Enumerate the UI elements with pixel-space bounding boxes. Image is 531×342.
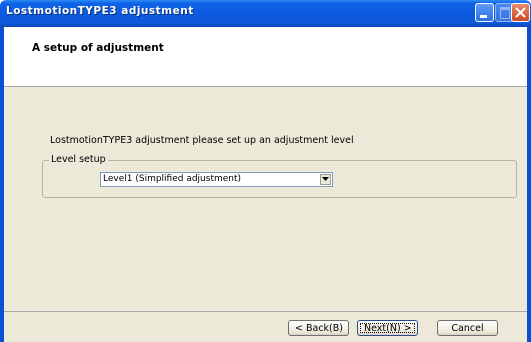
dropdown-arrow-button[interactable]: [320, 174, 331, 185]
window-title: LostmotionTYPE3 adjustment: [6, 5, 194, 17]
title-bar[interactable]: LostmotionTYPE3 adjustment: [0, 0, 531, 27]
wizard-header: A setup of adjustment: [4, 27, 527, 87]
page-title: A setup of adjustment: [32, 42, 164, 54]
next-button-label: Next(N) >: [364, 323, 412, 334]
close-button[interactable]: [511, 3, 530, 22]
instruction-text: LostmotionTYPE3 adjustment please set up…: [50, 135, 354, 146]
wizard-content: LostmotionTYPE3 adjustment please set up…: [4, 87, 527, 311]
chevron-down-icon: [322, 177, 329, 181]
back-button-label: < Back(B): [295, 323, 343, 334]
level-select[interactable]: Level1 (Simplified adjustment): [100, 172, 333, 187]
back-button[interactable]: < Back(B): [288, 320, 349, 336]
button-bar: < Back(B) Next(N) > Cancel: [4, 312, 527, 342]
next-button[interactable]: Next(N) >: [357, 320, 418, 336]
minimize-button[interactable]: [475, 3, 494, 22]
close-icon: [515, 7, 526, 18]
cancel-button-label: Cancel: [451, 323, 484, 334]
window-frame-right: [527, 27, 531, 342]
cancel-button[interactable]: Cancel: [437, 320, 498, 336]
level-select-value: Level1 (Simplified adjustment): [103, 174, 242, 184]
level-setup-label: Level setup: [49, 154, 108, 165]
level-setup-group: Level setup Level1 (Simplified adjustmen…: [42, 154, 517, 198]
setup-wizard-window: LostmotionTYPE3 adjustment A setup of ad…: [0, 0, 531, 342]
